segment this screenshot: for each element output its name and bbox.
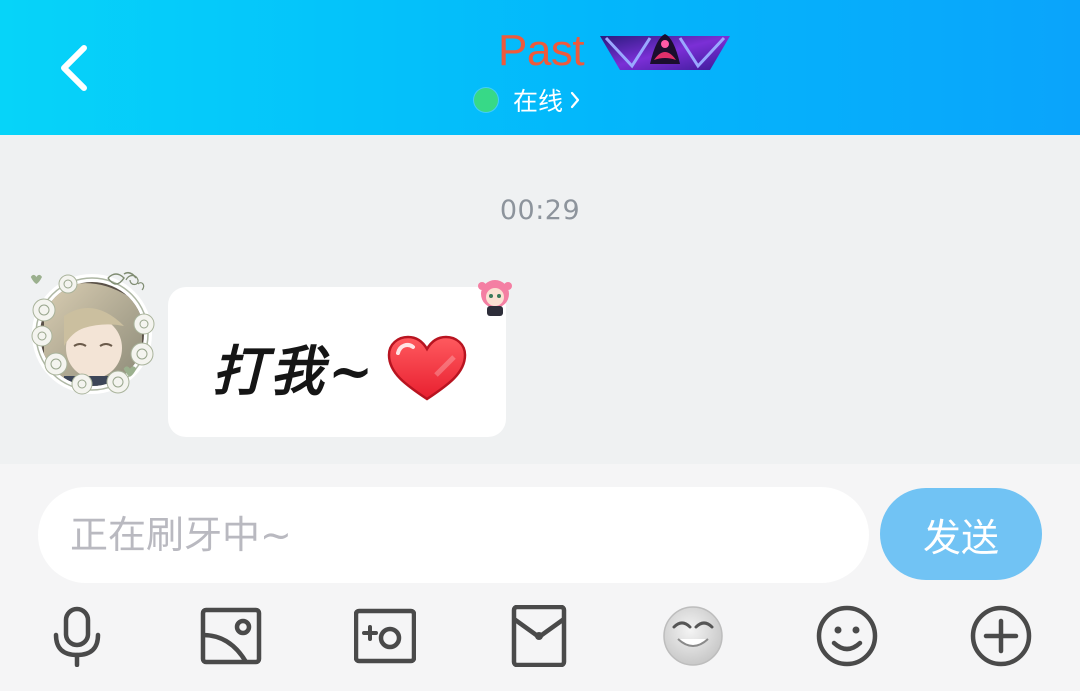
message-text: 打我~ [212,339,378,403]
microphone-icon [53,606,101,668]
voice-button[interactable] [46,605,108,668]
status-text: 在线 [513,87,564,116]
contact-name[interactable]: Past [498,26,585,76]
red-packet-button[interactable] [508,604,570,668]
message-input[interactable] [38,487,869,583]
title-row: Past [0,22,1080,82]
sticker-button[interactable] [662,605,724,667]
image-icon [200,607,262,665]
send-button[interactable]: 发送 [880,488,1042,580]
plus-icon [970,605,1032,667]
red-packet-icon [511,604,567,668]
photo-button[interactable] [200,605,262,667]
chat-header: Past 在线 [0,0,1080,135]
emoji-button[interactable] [816,605,878,667]
camera-button[interactable] [353,605,417,667]
message-timestamp: 00:29 [499,195,581,226]
sticker-face-icon [663,606,723,666]
emoji-icon [816,605,878,667]
more-button[interactable] [970,605,1032,667]
online-status[interactable]: 在线 [474,84,581,116]
input-bar: 发送 [0,464,1080,691]
contact-avatar[interactable] [24,266,160,404]
camera-icon [353,608,417,664]
online-status-dot [474,88,498,112]
sticker-character-icon [478,280,512,316]
vip-badge-icon[interactable] [598,30,732,74]
message-bubble[interactable]: 打我~ [168,287,506,437]
heart-emoji-icon [387,335,467,401]
chevron-right-icon [570,91,580,109]
